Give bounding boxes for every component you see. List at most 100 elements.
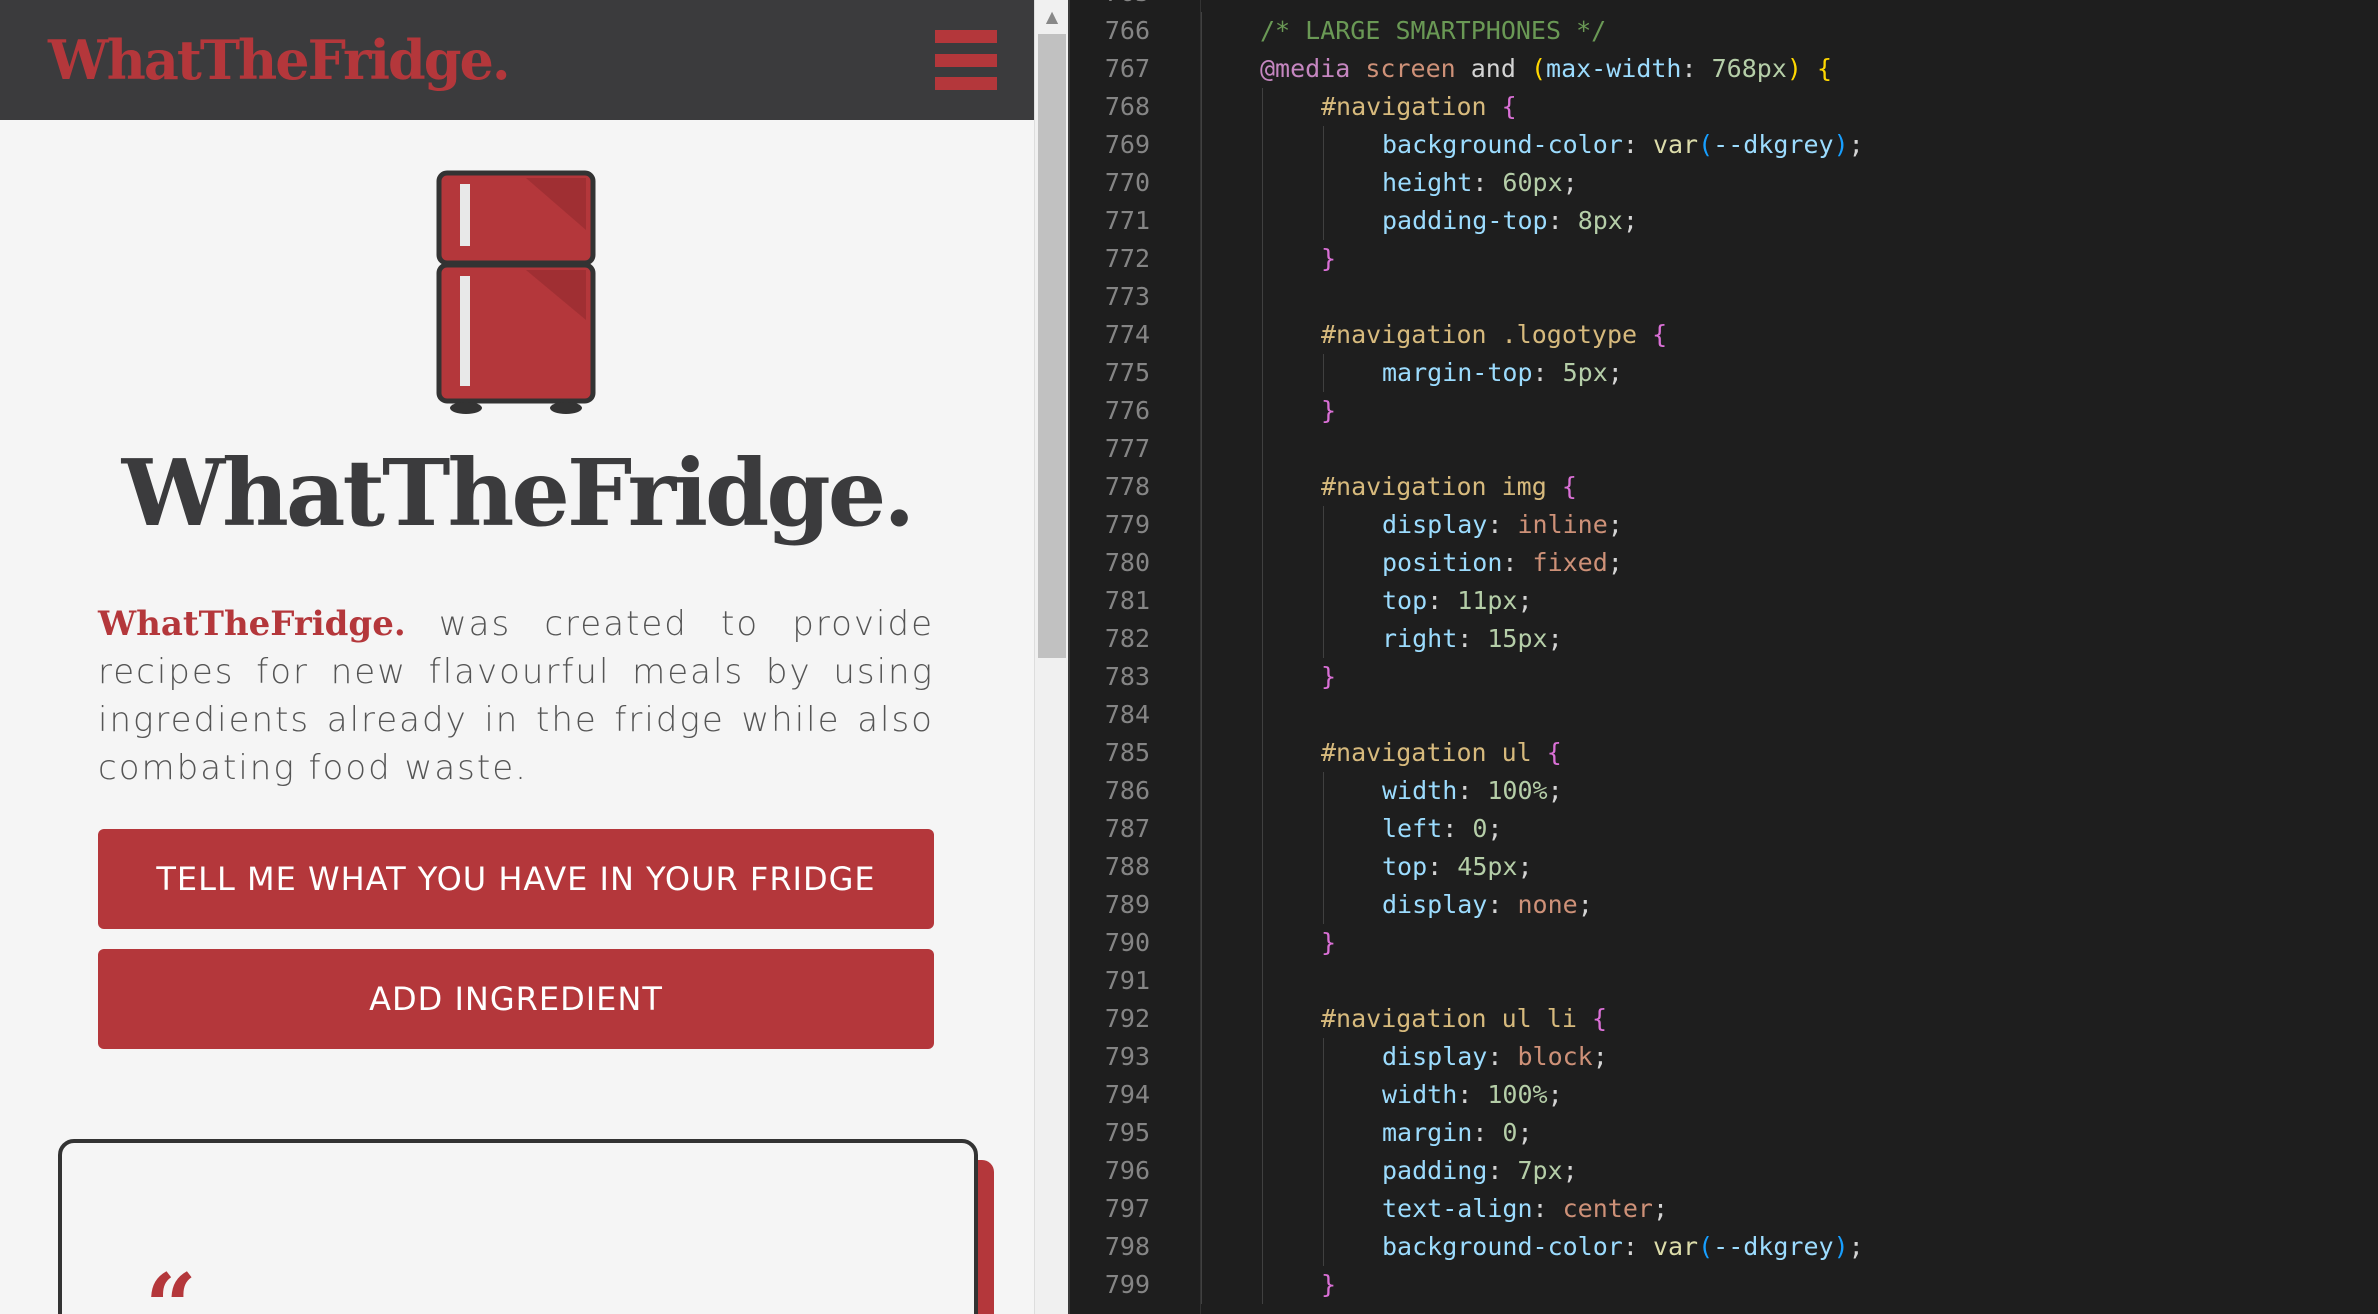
indent-guide <box>1262 506 1263 544</box>
code-line[interactable]: 790} <box>1068 924 2378 962</box>
code-line[interactable]: 794 width: 100%; <box>1068 1076 2378 1114</box>
code-text: margin-top: 5px; <box>1382 354 1623 392</box>
line-number: 782 <box>1104 624 1150 653</box>
scrollbar-thumb[interactable] <box>1038 34 1066 658</box>
code-line[interactable]: 777 <box>1068 430 2378 468</box>
indent-guide <box>1201 430 1202 468</box>
code-line[interactable]: 781 top: 11px; <box>1068 582 2378 620</box>
code-text: } <box>1321 392 1336 430</box>
indent-guide <box>1323 810 1324 848</box>
preview-scrollbar[interactable]: ▲ <box>1034 0 1069 1314</box>
code-token: : <box>1532 358 1563 387</box>
line-number: 770 <box>1104 168 1150 197</box>
indent-guide <box>1323 1190 1324 1228</box>
code-line[interactable]: 778 #navigation img { <box>1068 468 2378 506</box>
code-line[interactable]: 766 /* LARGE SMARTPHONES */ <box>1068 12 2378 50</box>
code-line[interactable]: 786 width: 100%; <box>1068 772 2378 810</box>
line-number: 799 <box>1104 1270 1150 1299</box>
indent-guide <box>1201 392 1202 430</box>
code-token: : <box>1622 130 1653 159</box>
line-number: 789 <box>1104 890 1150 919</box>
indent-guide <box>1262 88 1263 126</box>
tell-me-fridge-button[interactable]: TELL ME WHAT YOU HAVE IN YOUR FRIDGE <box>98 829 934 929</box>
code-line[interactable]: 788 top: 45px; <box>1068 848 2378 886</box>
code-line[interactable]: 773 <box>1068 278 2378 316</box>
indent-guide <box>1201 1038 1202 1076</box>
code-line[interactable]: 789 display: none; <box>1068 886 2378 924</box>
code-line[interactable]: 793 display: block; <box>1068 1038 2378 1076</box>
code-line[interactable]: 779 display: inline; <box>1068 506 2378 544</box>
code-line[interactable]: 785 #navigation ul { <box>1068 734 2378 772</box>
code-token: display <box>1382 510 1488 539</box>
code-line[interactable]: 784 <box>1068 696 2378 734</box>
scroll-up-arrow-icon[interactable]: ▲ <box>1035 0 1069 34</box>
code-token: ; <box>1487 814 1503 843</box>
code-line[interactable]: 765 <box>1068 0 2378 12</box>
nav-logo[interactable]: WhatTheFridge. <box>48 28 511 92</box>
indent-guide <box>1201 658 1202 696</box>
indent-guide <box>1262 126 1263 164</box>
code-token: ; <box>1607 358 1623 387</box>
code-token: : <box>1427 586 1458 615</box>
hero-title: WhatTheFridge. <box>121 439 916 547</box>
line-number: 798 <box>1104 1232 1150 1261</box>
code-line[interactable]: 791 <box>1068 962 2378 1000</box>
code-line[interactable]: 783} <box>1068 658 2378 696</box>
code-line[interactable]: 799} <box>1068 1266 2378 1304</box>
code-line[interactable]: 772} <box>1068 240 2378 278</box>
indent-guide <box>1262 1190 1263 1228</box>
code-line[interactable]: 774 #navigation .logotype { <box>1068 316 2378 354</box>
indent-guide <box>1201 924 1202 962</box>
code-token: : <box>1502 548 1533 577</box>
code-token: position <box>1382 548 1503 577</box>
indent-guide <box>1323 620 1324 658</box>
code-token: : <box>1457 624 1488 653</box>
code-line[interactable]: 776} <box>1068 392 2378 430</box>
indent-guide <box>1201 88 1202 126</box>
code-line[interactable]: 769 background-color: var(--dkgrey); <box>1068 126 2378 164</box>
code-line[interactable]: 780 position: fixed; <box>1068 544 2378 582</box>
add-ingredient-button[interactable]: ADD INGREDIENT <box>98 949 934 1049</box>
code-text: top: 45px; <box>1382 848 1533 886</box>
code-line[interactable]: 796 padding: 7px; <box>1068 1152 2378 1190</box>
code-line[interactable]: 795 margin: 0; <box>1068 1114 2378 1152</box>
code-token: } <box>1321 1270 1337 1299</box>
code-token: 0 <box>1502 1118 1518 1147</box>
code-token: ; <box>1562 1156 1578 1185</box>
code-token: { <box>1652 320 1668 349</box>
code-line[interactable]: 768 #navigation { <box>1068 88 2378 126</box>
code-text: display: none; <box>1382 886 1593 924</box>
code-token: display <box>1382 890 1488 919</box>
code-token: : <box>1442 814 1473 843</box>
code-line[interactable]: 787 left: 0; <box>1068 810 2378 848</box>
code-token: and <box>1455 54 1531 83</box>
indent-guide <box>1201 126 1202 164</box>
code-line[interactable]: 798 background-color: var(--dkgrey); <box>1068 1228 2378 1266</box>
code-editor[interactable]: 765 766 /* LARGE SMARTPHONES */ 767 @media s… <box>1068 0 2378 1314</box>
hamburger-menu-icon[interactable] <box>935 30 997 90</box>
code-token: ) <box>1833 1232 1849 1261</box>
code-token: #navigation <box>1321 92 1487 121</box>
code-line[interactable]: 797 text-align: center; <box>1068 1190 2378 1228</box>
indent-guide <box>1262 468 1263 506</box>
code-line[interactable]: 767 @media screen and (max-width: 768px) … <box>1068 50 2378 88</box>
code-line[interactable]: 770 height: 60px; <box>1068 164 2378 202</box>
indent-guide <box>1201 848 1202 886</box>
code-token: width <box>1382 1080 1458 1109</box>
indent-guide <box>1323 1038 1324 1076</box>
code-token: : <box>1472 1118 1503 1147</box>
code-line[interactable]: 775 margin-top: 5px; <box>1068 354 2378 392</box>
indent-guide <box>1201 810 1202 848</box>
line-number: 780 <box>1104 548 1150 577</box>
indent-guide <box>1262 924 1263 962</box>
indent-guide <box>1323 1228 1324 1266</box>
indent-guide <box>1201 886 1202 924</box>
code-token: : <box>1487 1042 1518 1071</box>
code-line[interactable]: 771 padding-top: 8px; <box>1068 202 2378 240</box>
indent-guide <box>1323 506 1324 544</box>
code-line[interactable]: 792 #navigation ul li { <box>1068 1000 2378 1038</box>
code-line[interactable]: 782 right: 15px; <box>1068 620 2378 658</box>
indent-guide <box>1262 1152 1263 1190</box>
indent-guide <box>1262 164 1263 202</box>
line-number: 797 <box>1104 1194 1150 1223</box>
